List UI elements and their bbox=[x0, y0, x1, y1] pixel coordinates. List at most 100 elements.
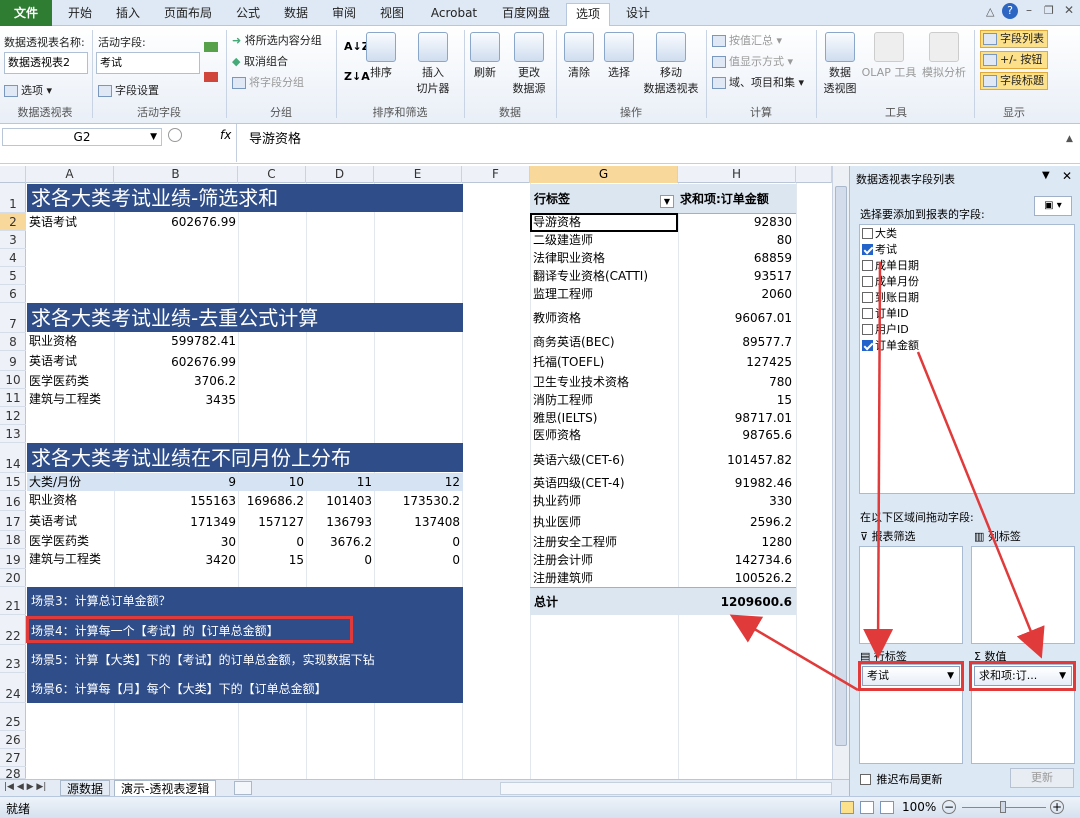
row-header[interactable]: 15 bbox=[0, 473, 26, 491]
row-header[interactable]: 22 bbox=[0, 615, 26, 645]
cell-b8[interactable]: 599782.41 bbox=[114, 332, 236, 350]
pivot-row-value[interactable]: 330 bbox=[678, 492, 792, 510]
cell-a17[interactable]: 英语考试 bbox=[29, 512, 77, 530]
column-header-d[interactable]: D bbox=[306, 166, 374, 183]
defer-update-checkbox[interactable]: 推迟布局更新 bbox=[860, 771, 943, 787]
cell-a9[interactable]: 英语考试 bbox=[29, 352, 77, 370]
tab-options[interactable]: 选项 bbox=[566, 3, 610, 27]
zoom-in-icon[interactable]: + bbox=[1050, 800, 1064, 814]
cell-d17[interactable]: 136793 bbox=[306, 513, 372, 531]
sheet-nav-icon[interactable]: |◀ ◀ ▶ ▶| bbox=[4, 782, 46, 792]
row-header[interactable]: 28 bbox=[0, 767, 26, 781]
row-header[interactable]: 17 bbox=[0, 511, 26, 531]
page-layout-view-icon[interactable] bbox=[860, 801, 874, 814]
row-header[interactable]: 13 bbox=[0, 425, 26, 443]
field-item[interactable]: 成单月份 bbox=[862, 274, 919, 289]
change-source-button[interactable]: 更改 数据源 bbox=[506, 32, 552, 96]
formula-input[interactable]: 导游资格 bbox=[236, 124, 1064, 162]
row-header[interactable]: 25 bbox=[0, 703, 26, 731]
pivot-row-value[interactable]: 93517 bbox=[678, 267, 792, 285]
pivot-row-label[interactable]: 托福(TOEFL) bbox=[533, 353, 604, 371]
pivot-row-label[interactable]: 雅思(IELTS) bbox=[533, 409, 597, 427]
column-header-g[interactable]: G bbox=[530, 166, 678, 183]
pivot-row-label[interactable]: 导游资格 bbox=[533, 213, 581, 231]
insert-slicer-button[interactable]: 插入 切片器 bbox=[408, 32, 458, 96]
cell-b18[interactable]: 30 bbox=[114, 533, 236, 551]
column-header-c[interactable]: C bbox=[238, 166, 306, 183]
cell-b16[interactable]: 155163 bbox=[114, 492, 236, 510]
cell-b10[interactable]: 3706.2 bbox=[114, 372, 236, 390]
pivot-row-label[interactable]: 翻译专业资格(CATTI) bbox=[533, 267, 648, 285]
what-if-button[interactable]: 模拟分析 bbox=[918, 32, 970, 80]
pivot-row-value[interactable]: 100526.2 bbox=[678, 569, 792, 587]
row-header[interactable]: 7 bbox=[0, 303, 26, 333]
pivot-name-input[interactable]: 数据透视表2 bbox=[4, 52, 88, 74]
cell-a16[interactable]: 职业资格 bbox=[29, 491, 77, 509]
ungroup-button[interactable]: ◆ 取消组合 bbox=[232, 53, 288, 69]
field-item[interactable]: 订单金额 bbox=[862, 338, 919, 353]
row-header[interactable]: 6 bbox=[0, 285, 26, 303]
active-field-input[interactable]: 考试 bbox=[96, 52, 200, 74]
pivot-row-value[interactable]: 80 bbox=[678, 231, 792, 249]
cell-b17[interactable]: 171349 bbox=[114, 513, 236, 531]
insert-function-icon[interactable]: fx bbox=[220, 128, 231, 142]
pivot-row-value[interactable]: 68859 bbox=[678, 249, 792, 267]
tab-view[interactable]: 视图 bbox=[372, 3, 412, 26]
field-item[interactable]: 考试 bbox=[862, 242, 897, 257]
row-header[interactable]: 23 bbox=[0, 645, 26, 673]
row-header[interactable]: 14 bbox=[0, 443, 26, 473]
formula-cancel-icon[interactable] bbox=[168, 128, 182, 142]
cell-d18[interactable]: 3676.2 bbox=[306, 533, 372, 551]
pivot-row-value[interactable]: 91982.46 bbox=[678, 474, 792, 492]
pivot-row-value[interactable]: 101457.82 bbox=[678, 451, 792, 469]
options-button[interactable]: 选项 ▾ bbox=[4, 82, 52, 98]
pivot-total-value[interactable]: 1209600.6 bbox=[678, 593, 792, 611]
column-header-a[interactable]: A bbox=[26, 166, 114, 183]
row-header[interactable]: 18 bbox=[0, 531, 26, 549]
cell-c19[interactable]: 15 bbox=[238, 551, 304, 569]
summarize-by-button[interactable]: 按值汇总 ▾ bbox=[712, 32, 782, 48]
field-list-button[interactable]: 字段列表 bbox=[980, 30, 1048, 48]
normal-view-icon[interactable] bbox=[840, 801, 854, 814]
pivot-row-label[interactable]: 英语四级(CET-4) bbox=[533, 474, 625, 492]
group-field-button[interactable]: 将字段分组 bbox=[232, 74, 304, 90]
field-headers-toggle[interactable]: 字段标题 bbox=[980, 72, 1048, 90]
pivot-row-label[interactable]: 医师资格 bbox=[533, 426, 581, 444]
cell-e16[interactable]: 173530.2 bbox=[374, 492, 460, 510]
field-item[interactable]: 用户ID bbox=[862, 322, 909, 337]
field-item[interactable]: 到账日期 bbox=[862, 290, 919, 305]
pivot-total-label[interactable]: 总计 bbox=[534, 593, 558, 611]
pivot-row-label[interactable]: 监理工程师 bbox=[533, 285, 593, 303]
cell-b2[interactable]: 602676.99 bbox=[114, 213, 236, 231]
row-header[interactable]: 26 bbox=[0, 731, 26, 749]
expand-formula-icon[interactable]: ▲ bbox=[1066, 134, 1073, 144]
filter-dropdown-icon[interactable]: ▼ bbox=[660, 195, 674, 208]
window-minimize-icon[interactable]: – bbox=[1026, 3, 1032, 17]
row-header[interactable]: 21 bbox=[0, 587, 26, 615]
pivot-row-label[interactable]: 商务英语(BEC) bbox=[533, 333, 615, 351]
window-restore-icon[interactable]: ❐ bbox=[1044, 4, 1054, 17]
cell-a2[interactable]: 英语考试 bbox=[29, 213, 77, 231]
select-all-corner[interactable] bbox=[0, 166, 26, 183]
row-header[interactable]: 11 bbox=[0, 389, 26, 407]
report-filter-area[interactable] bbox=[859, 546, 963, 644]
cell-c15[interactable]: 10 bbox=[238, 473, 304, 491]
row-header[interactable]: 8 bbox=[0, 333, 26, 351]
sheet-tab-demo[interactable]: 演示-透视表逻辑 bbox=[114, 780, 217, 797]
cell-a15[interactable]: 大类/月份 bbox=[29, 473, 81, 491]
pivot-row-label[interactable]: 法律职业资格 bbox=[533, 249, 605, 267]
tab-page-layout[interactable]: 页面布局 bbox=[156, 3, 220, 26]
pivot-row-label[interactable]: 注册会计师 bbox=[533, 551, 593, 569]
tab-design[interactable]: 设计 bbox=[616, 3, 660, 26]
cell-a18[interactable]: 医学医药类 bbox=[29, 532, 89, 550]
pivot-row-value[interactable]: 1280 bbox=[678, 533, 792, 551]
cell-c18[interactable]: 0 bbox=[238, 533, 304, 551]
sort-button[interactable]: 排序 bbox=[366, 32, 396, 80]
pivot-row-label[interactable]: 二级建造师 bbox=[533, 231, 593, 249]
tab-data[interactable]: 数据 bbox=[276, 3, 316, 26]
pivot-row-label[interactable]: 注册安全工程师 bbox=[533, 533, 617, 551]
expand-field-icon[interactable] bbox=[204, 42, 218, 52]
pivot-row-label[interactable]: 执业医师 bbox=[533, 513, 581, 531]
tab-home[interactable]: 开始 bbox=[58, 3, 102, 26]
sheet-tab-source[interactable]: 源数据 bbox=[60, 780, 111, 796]
